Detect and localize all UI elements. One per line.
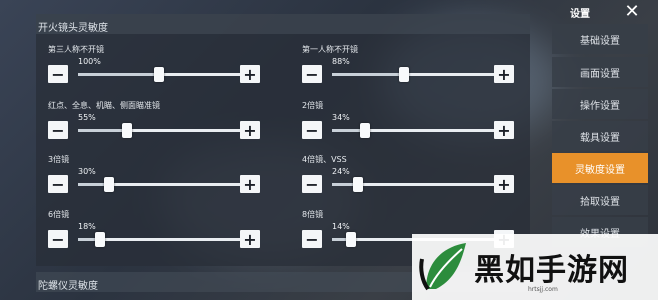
slider-track[interactable] <box>332 123 512 138</box>
sensitivity-slider-row: 第一人称不开镜 − 88% + <box>302 44 522 84</box>
slider-thumb[interactable] <box>121 123 132 138</box>
slider-thumb[interactable] <box>346 232 357 247</box>
slider-track[interactable] <box>78 123 258 138</box>
slider-value: 30% <box>78 167 96 176</box>
increase-button[interactable]: + <box>240 65 260 84</box>
decrease-button[interactable]: − <box>302 121 322 140</box>
slider-thumb[interactable] <box>94 232 105 247</box>
slider-track[interactable] <box>332 67 512 82</box>
slider-fill <box>78 73 159 76</box>
decrease-button[interactable]: − <box>48 230 68 249</box>
slider-thumb[interactable] <box>353 177 364 192</box>
sidebar-item-4[interactable]: 载具设置 <box>552 121 648 151</box>
sidebar-item-2[interactable]: 画面设置 <box>552 57 648 87</box>
slider-label: 第一人称不开镜 <box>302 45 358 54</box>
decrease-button[interactable]: − <box>48 65 68 84</box>
slider-value: 100% <box>78 57 101 66</box>
slider-value: 34% <box>332 113 350 122</box>
increase-button[interactable]: + <box>240 121 260 140</box>
sidebar-item-5[interactable]: 灵敏度设置 <box>552 153 648 183</box>
sidebar-header: 设置 ✕ <box>552 0 648 24</box>
slider-track[interactable] <box>78 232 258 247</box>
gyro-section-title: 陀螺仪灵敏度 <box>38 281 98 292</box>
slider-fill <box>332 73 405 76</box>
watermark-text: 黑如手游网 <box>474 253 629 288</box>
sensitivity-slider-row: 第三人称不开镜 − 100% + <box>48 44 268 84</box>
slider-thumb[interactable] <box>399 67 410 82</box>
slider-track[interactable] <box>78 67 258 82</box>
slider-track[interactable] <box>332 177 512 192</box>
slider-label: 红点、全息、机瞄、侧面瞄准镜 <box>48 101 160 110</box>
fire-scope-header <box>36 14 530 34</box>
slider-thumb[interactable] <box>103 177 114 192</box>
sensitivity-slider-row: 4倍镜、VSS − 24% + <box>302 154 522 194</box>
slider-fill <box>78 129 127 132</box>
slider-label: 第三人称不开镜 <box>48 45 104 54</box>
slider-thumb[interactable] <box>154 67 164 82</box>
close-icon[interactable]: ✕ <box>622 2 642 22</box>
slider-value: 88% <box>332 57 350 66</box>
increase-button[interactable]: + <box>494 65 514 84</box>
decrease-button[interactable]: − <box>48 175 68 194</box>
slider-value: 14% <box>332 222 350 231</box>
leaf-logo-icon <box>419 243 466 291</box>
decrease-button[interactable]: − <box>302 175 322 194</box>
slider-track[interactable] <box>78 177 258 192</box>
slider-label: 3倍镜 <box>48 155 70 164</box>
slider-value: 24% <box>332 167 350 176</box>
sidebar-item-1[interactable]: 基础设置 <box>552 24 648 54</box>
watermark-url: hrtsjj.com <box>528 286 558 293</box>
increase-button[interactable]: + <box>494 175 514 194</box>
increase-button[interactable]: + <box>240 230 260 249</box>
slider-label: 2倍镜 <box>302 101 324 110</box>
increase-button[interactable]: + <box>494 121 514 140</box>
slider-value: 55% <box>78 113 96 122</box>
slider-label: 4倍镜、VSS <box>302 155 347 164</box>
sidebar-item-6[interactable]: 拾取设置 <box>552 185 648 215</box>
slider-value: 18% <box>78 222 96 231</box>
sidebar-title: 设置 <box>570 8 590 20</box>
watermark-logo: 黑如手游网 hrtsjj.com <box>412 234 658 300</box>
increase-button[interactable]: + <box>240 175 260 194</box>
fire-scope-section-title: 开火镜头灵敏度 <box>38 23 108 34</box>
sensitivity-slider-row: 3倍镜 − 30% + <box>48 154 268 194</box>
decrease-button[interactable]: − <box>48 121 68 140</box>
slider-label: 8倍镜 <box>302 210 324 219</box>
slider-thumb[interactable] <box>360 123 371 138</box>
sensitivity-slider-row: 2倍镜 − 34% + <box>302 100 522 140</box>
sensitivity-slider-row: 红点、全息、机瞄、侧面瞄准镜 − 55% + <box>48 100 268 140</box>
decrease-button[interactable]: − <box>302 65 322 84</box>
sensitivity-slider-row: 6倍镜 − 18% + <box>48 209 268 249</box>
slider-label: 6倍镜 <box>48 210 70 219</box>
decrease-button[interactable]: − <box>302 230 322 249</box>
sidebar-item-3[interactable]: 操作设置 <box>552 89 648 119</box>
